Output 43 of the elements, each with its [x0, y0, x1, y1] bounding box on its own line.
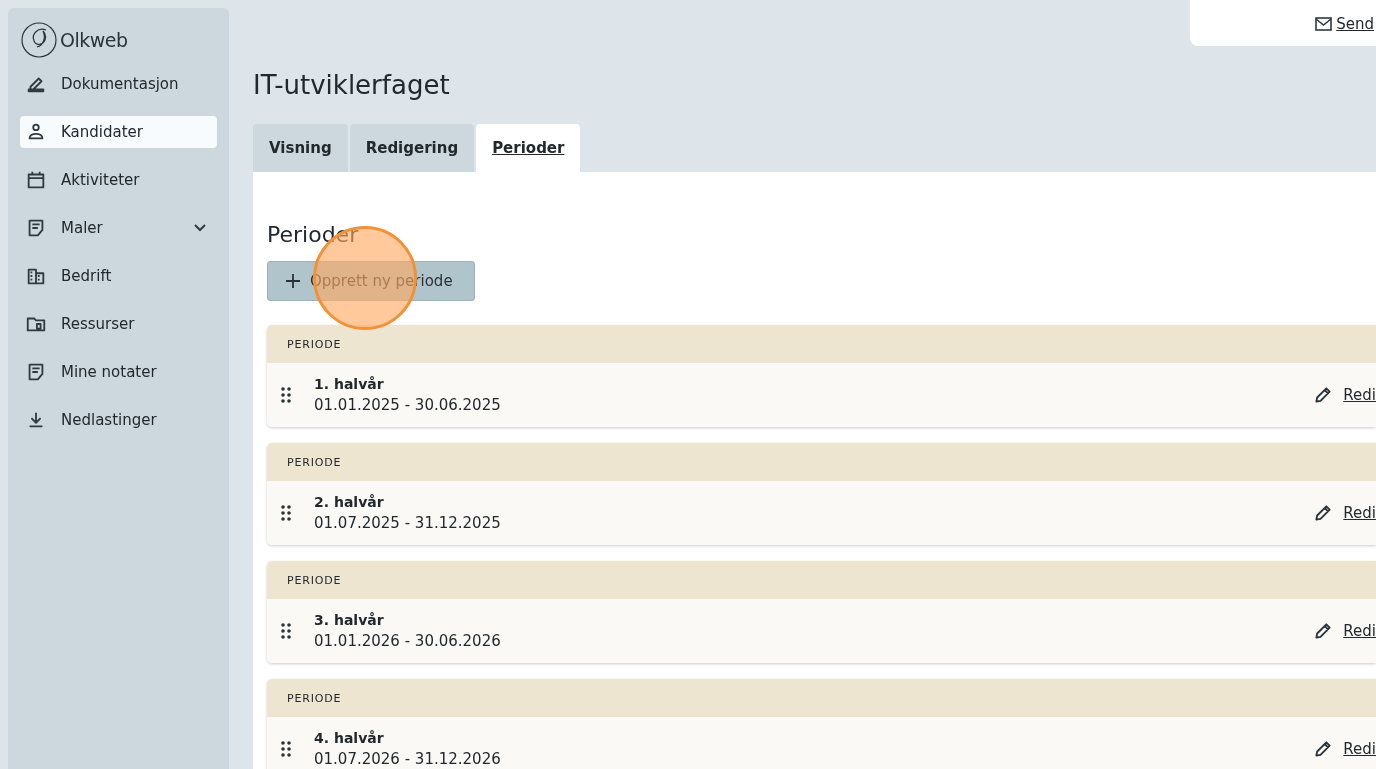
card-label: PERIODE	[287, 691, 342, 705]
period-dates: 01.07.2025 - 31.12.2025	[314, 514, 502, 532]
plus-icon	[286, 274, 300, 288]
pencil-icon	[1313, 621, 1334, 641]
logo-text: Olkweb	[60, 29, 128, 51]
tab[interactable]: Perioder	[476, 124, 581, 172]
pencil-icon	[1313, 739, 1334, 759]
tab[interactable]: Redigering	[349, 124, 475, 172]
chevron-icon	[193, 223, 207, 233]
card-label: PERIODE	[287, 455, 342, 469]
edit-link[interactable]: Redi	[1313, 503, 1376, 523]
period-dates: 01.01.2026 - 30.06.2026	[314, 632, 502, 650]
sidebar-item[interactable]: Kandidater	[20, 116, 217, 148]
page-title: IT-utviklerfaget	[253, 70, 451, 100]
period-name: 3. halvår	[314, 612, 385, 628]
card-label: PERIODE	[287, 337, 342, 351]
period-name: 2. halvår	[314, 494, 385, 510]
period-dates: 01.07.2026 - 31.12.2026	[314, 750, 502, 768]
sidebar-item[interactable]: Maler	[20, 212, 217, 244]
tab[interactable]: Visning	[253, 124, 348, 172]
sidebar-item[interactable]: Ressurser	[20, 308, 217, 340]
send-link[interactable]: Send	[1315, 13, 1374, 33]
mail-icon	[1315, 17, 1333, 31]
drag-handle-icon[interactable]	[281, 623, 291, 639]
period-name: 4. halvår	[314, 730, 385, 746]
edit-link[interactable]: Redi	[1313, 385, 1376, 405]
sidebar-item[interactable]: Aktiviteter	[20, 164, 217, 196]
sidebar-item[interactable]: Dokumentasjon	[20, 68, 217, 100]
drag-handle-icon[interactable]	[281, 505, 291, 521]
pencil-icon	[1313, 503, 1334, 523]
sidebar-item[interactable]: Bedrift	[20, 260, 217, 292]
edit-link[interactable]: Redi	[1313, 621, 1376, 641]
nav-icon	[25, 169, 47, 191]
sidebar-item[interactable]: Mine notater	[20, 356, 217, 388]
sidebar-item[interactable]: Nedlastinger	[20, 404, 217, 436]
drag-handle-icon[interactable]	[281, 387, 291, 403]
pencil-icon	[1313, 385, 1334, 405]
logo-icon	[20, 21, 58, 59]
period-name: 1. halvår	[314, 376, 385, 392]
period-dates: 01.01.2025 - 30.06.2025	[314, 396, 502, 414]
drag-handle-icon[interactable]	[281, 741, 291, 757]
edit-link[interactable]: Redi	[1313, 739, 1376, 759]
card-label: PERIODE	[287, 573, 342, 587]
